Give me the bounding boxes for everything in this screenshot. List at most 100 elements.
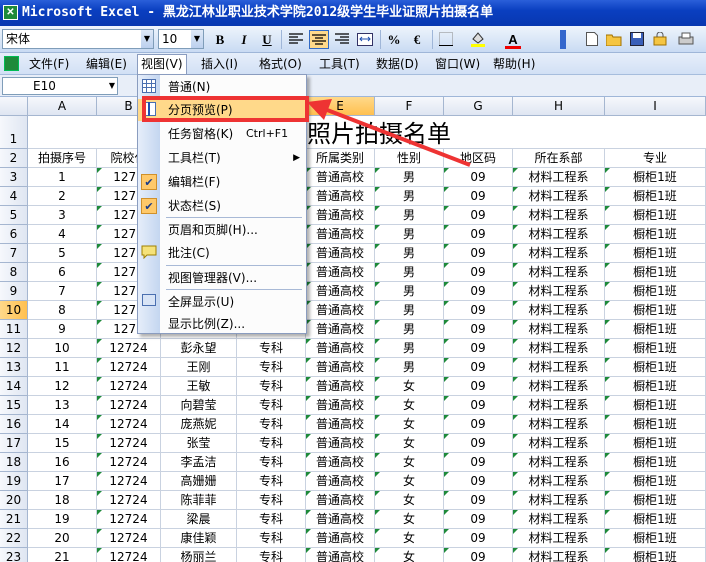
table-cell[interactable]: 专科 [237, 472, 306, 491]
table-cell[interactable]: 21 [28, 548, 97, 562]
chevron-down-icon[interactable]: ▼ [191, 30, 203, 48]
table-cell[interactable]: 橱柜1班 [605, 358, 706, 377]
menu-item-view-manager[interactable]: 视图管理器(V)... [138, 267, 306, 289]
row-header[interactable]: 6 [0, 225, 28, 244]
table-cell[interactable]: 14 [28, 415, 97, 434]
table-cell[interactable]: 陈菲菲 [161, 491, 237, 510]
menu-item-comments[interactable]: 批注(C) [138, 242, 306, 264]
table-cell[interactable]: 18 [28, 491, 97, 510]
table-cell[interactable]: 材料工程系 [513, 510, 605, 529]
table-cell[interactable]: 性别 [375, 149, 444, 168]
row-header[interactable]: 20 [0, 491, 28, 510]
table-cell[interactable]: 09 [444, 244, 513, 263]
menu-item-normal[interactable]: 普通(N) [138, 76, 306, 98]
align-right-icon[interactable] [332, 30, 352, 49]
merge-center-icon[interactable] [355, 30, 375, 49]
table-cell[interactable]: 橱柜1班 [605, 206, 706, 225]
table-cell[interactable]: 普通高校 [306, 282, 375, 301]
table-cell[interactable]: 专科 [237, 415, 306, 434]
table-cell[interactable]: 地区码 [444, 149, 513, 168]
table-cell[interactable]: 橱柜1班 [605, 548, 706, 562]
name-box[interactable]: E10 ▼ [2, 77, 118, 95]
row-header[interactable]: 5 [0, 206, 28, 225]
column-header[interactable]: E [306, 97, 375, 116]
table-cell[interactable]: 梁晨 [161, 510, 237, 529]
table-cell[interactable]: 12724 [97, 548, 161, 562]
table-cell[interactable]: 男 [375, 320, 444, 339]
table-cell[interactable]: 橱柜1班 [605, 472, 706, 491]
open-icon[interactable] [604, 30, 624, 49]
table-cell[interactable]: 橱柜1班 [605, 225, 706, 244]
table-cell[interactable]: 橱柜1班 [605, 510, 706, 529]
table-cell[interactable]: 康佳颖 [161, 529, 237, 548]
italic-button[interactable]: I [234, 30, 254, 49]
table-cell[interactable]: 橱柜1班 [605, 168, 706, 187]
menu-help[interactable]: 帮助(H) [490, 55, 538, 73]
table-cell[interactable]: 12724 [97, 358, 161, 377]
table-cell[interactable]: 材料工程系 [513, 358, 605, 377]
row-header[interactable]: 22 [0, 529, 28, 548]
table-cell[interactable]: 材料工程系 [513, 206, 605, 225]
table-cell[interactable]: 材料工程系 [513, 529, 605, 548]
row-header[interactable]: 3 [0, 168, 28, 187]
table-cell[interactable]: 庞燕妮 [161, 415, 237, 434]
table-cell[interactable]: 女 [375, 377, 444, 396]
table-cell[interactable]: 普通高校 [306, 187, 375, 206]
table-cell[interactable]: 09 [444, 320, 513, 339]
table-cell[interactable]: 1 [28, 168, 97, 187]
table-cell[interactable]: 男 [375, 263, 444, 282]
table-cell[interactable]: 橱柜1班 [605, 529, 706, 548]
table-cell[interactable]: 09 [444, 415, 513, 434]
menu-item-full-screen[interactable]: 全屏显示(U) [138, 291, 306, 313]
row-header[interactable]: 23 [0, 548, 28, 562]
menu-window[interactable]: 窗口(W) [432, 55, 483, 73]
table-cell[interactable]: 09 [444, 301, 513, 320]
table-cell[interactable]: 材料工程系 [513, 301, 605, 320]
table-cell[interactable]: 材料工程系 [513, 415, 605, 434]
row-header[interactable]: 15 [0, 396, 28, 415]
row-header[interactable]: 1 [0, 116, 28, 149]
table-cell[interactable]: 12724 [97, 377, 161, 396]
table-cell[interactable]: 材料工程系 [513, 244, 605, 263]
row-header[interactable]: 4 [0, 187, 28, 206]
table-cell[interactable]: 高姗姗 [161, 472, 237, 491]
table-cell[interactable]: 专科 [237, 453, 306, 472]
menu-item-zoom[interactable]: 显示比例(Z)... [138, 313, 306, 335]
worksheet-grid[interactable]: ABCDEFGHI 123456789101112131415161718192… [0, 97, 706, 562]
table-cell[interactable]: 王刚 [161, 358, 237, 377]
font-size-combo[interactable]: 10 ▼ [158, 29, 204, 49]
table-cell[interactable]: 普通高校 [306, 396, 375, 415]
row-header[interactable]: 19 [0, 472, 28, 491]
table-cell[interactable]: 普通高校 [306, 453, 375, 472]
table-cell[interactable]: 男 [375, 225, 444, 244]
table-cell[interactable]: 向碧莹 [161, 396, 237, 415]
table-cell[interactable]: 7 [28, 282, 97, 301]
table-cell[interactable]: 材料工程系 [513, 453, 605, 472]
table-cell[interactable]: 女 [375, 434, 444, 453]
row-header[interactable]: 2 [0, 149, 28, 168]
table-cell[interactable]: 3 [28, 206, 97, 225]
bold-button[interactable]: B [210, 30, 230, 49]
table-cell[interactable]: 12724 [97, 339, 161, 358]
table-cell[interactable]: 橱柜1班 [605, 415, 706, 434]
table-cell[interactable]: 橱柜1班 [605, 301, 706, 320]
row-header[interactable]: 14 [0, 377, 28, 396]
table-cell[interactable]: 12724 [97, 510, 161, 529]
table-cell[interactable]: 材料工程系 [513, 320, 605, 339]
table-cell[interactable]: 王敏 [161, 377, 237, 396]
table-cell[interactable]: 材料工程系 [513, 472, 605, 491]
table-cell[interactable]: 12724 [97, 472, 161, 491]
permission-icon[interactable] [650, 30, 670, 49]
table-cell[interactable]: 专科 [237, 377, 306, 396]
table-cell[interactable]: 橱柜1班 [605, 377, 706, 396]
table-cell[interactable]: 09 [444, 225, 513, 244]
table-cell[interactable]: 普通高校 [306, 301, 375, 320]
table-cell[interactable]: 17 [28, 472, 97, 491]
table-cell[interactable]: 09 [444, 377, 513, 396]
table-cell[interactable]: 5 [28, 244, 97, 263]
table-cell[interactable]: 所属类别 [306, 149, 375, 168]
table-cell[interactable]: 09 [444, 434, 513, 453]
table-cell[interactable]: 普通高校 [306, 510, 375, 529]
table-cell[interactable]: 09 [444, 491, 513, 510]
menu-item-task-pane[interactable]: 任务窗格(K) Ctrl+F1 [138, 123, 306, 145]
